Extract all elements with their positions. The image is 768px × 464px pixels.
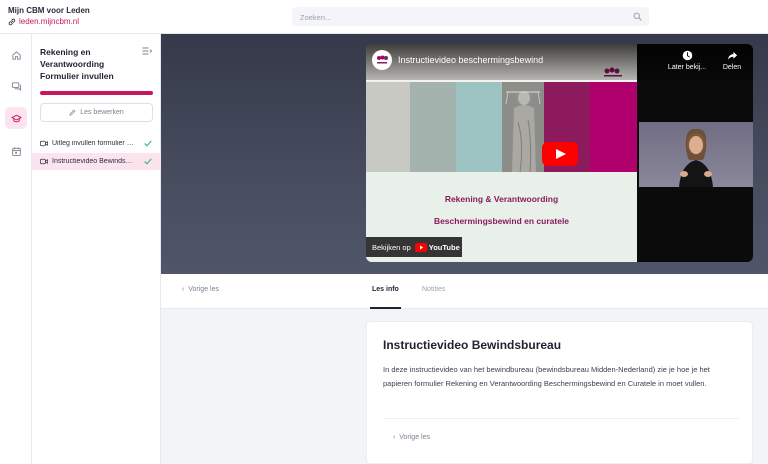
- youtube-icon: [414, 242, 427, 252]
- course-progress-bar: [40, 91, 153, 95]
- previous-lesson-label: Vorige les: [188, 286, 219, 293]
- calendar-icon: [11, 146, 21, 156]
- watch-later-button[interactable]: Later bekij...: [664, 50, 710, 71]
- lesson-description: In deze instructievideo van het bewindbu…: [383, 365, 710, 388]
- chevron-left-icon: ‹: [393, 434, 396, 441]
- tab-lesson-info[interactable]: Les info: [372, 286, 399, 293]
- course-sidebar: Rekening en Verantwoording Formulier inv…: [32, 34, 161, 464]
- search-input[interactable]: [292, 8, 649, 27]
- search-box: [292, 7, 649, 27]
- course-title: Rekening en Verantwoording Formulier inv…: [40, 47, 114, 81]
- graduation-cap-icon: [10, 114, 22, 122]
- channel-logo-icon: [377, 55, 388, 64]
- divider: [383, 418, 739, 419]
- video-embed[interactable]: Rekening & Verantwoording Beschermingsbe…: [366, 44, 753, 262]
- justitia-statue-image: [502, 82, 544, 172]
- link-icon: [8, 18, 16, 25]
- top-bar: Mijn CBM voor Leden leden.mijncbm.nl: [0, 0, 768, 34]
- sign-language-interpreter-video: [639, 122, 753, 187]
- nav-home[interactable]: [5, 44, 27, 66]
- clock-icon: [682, 50, 692, 61]
- brand-title: Mijn CBM voor Leden: [8, 6, 90, 15]
- check-icon: [144, 158, 152, 165]
- lesson-label: Uitleg invullen formulier Rekening en Ve…: [52, 140, 136, 147]
- nav-calendar[interactable]: [5, 140, 27, 162]
- edit-lesson-label: Les bewerken: [80, 109, 124, 116]
- nav-courses[interactable]: [5, 107, 27, 129]
- nav-chat[interactable]: [5, 75, 27, 97]
- home-icon: [11, 50, 21, 60]
- watch-on-label: Bekijken op: [372, 242, 411, 252]
- pencil-icon: [69, 109, 76, 116]
- brand-link[interactable]: leden.mijncbm.nl: [8, 17, 90, 26]
- brand: Mijn CBM voor Leden leden.mijncbm.nl: [8, 6, 90, 26]
- brand-link-label: leden.mijncbm.nl: [19, 17, 80, 26]
- lesson-content-area: Instructievideo Bewindsbureau In deze in…: [161, 309, 768, 464]
- youtube-wordmark: YouTube: [428, 242, 460, 252]
- channel-avatar[interactable]: [372, 50, 392, 70]
- previous-lesson-link[interactable]: ‹ Vorige les: [182, 286, 219, 293]
- nav-rail: [0, 34, 32, 464]
- lesson-item[interactable]: Uitleg invullen formulier Rekening en Ve…: [32, 135, 161, 152]
- chevron-left-icon: ‹: [182, 286, 185, 293]
- video-title[interactable]: Instructievideo beschermingsbewind: [398, 55, 543, 65]
- interpreter-image: [679, 128, 713, 187]
- chat-icon: [11, 81, 21, 91]
- share-button[interactable]: Delen: [709, 50, 753, 71]
- watch-later-label: Later bekij...: [667, 64, 707, 71]
- lesson-info-card: Instructievideo Bewindsbureau In deze in…: [366, 321, 753, 464]
- slide-subheading: Beschermingsbewind en curatele: [433, 216, 570, 226]
- lesson-item-active[interactable]: Instructievideo Bewindsbureau: [32, 153, 161, 170]
- share-label: Delen: [722, 64, 742, 71]
- lesson-title: Instructievideo Bewindsbureau: [383, 338, 562, 352]
- lesson-label: Instructievideo Bewindsbureau: [52, 158, 136, 165]
- previous-lesson-label: Vorige les: [399, 434, 430, 441]
- video-camera-icon: [40, 140, 48, 147]
- tab-notes[interactable]: Notities: [422, 286, 445, 293]
- search-icon[interactable]: [633, 12, 642, 21]
- previous-lesson-link-bottom[interactable]: ‹ Vorige les: [393, 434, 430, 441]
- play-button-icon[interactable]: [542, 142, 578, 166]
- edit-lesson-button[interactable]: Les bewerken: [40, 103, 153, 122]
- video-camera-icon: [40, 158, 48, 165]
- collapse-sidebar-icon[interactable]: [142, 47, 152, 55]
- youtube-logo: YouTube: [414, 242, 460, 252]
- check-icon: [144, 140, 152, 147]
- slide-heading: Rekening & Verantwoording: [444, 194, 559, 204]
- watch-on-youtube-button[interactable]: Bekijken op YouTube: [366, 237, 462, 257]
- player-area: Rekening & Verantwoording Beschermingsbe…: [161, 34, 768, 274]
- share-icon: [727, 51, 737, 60]
- lesson-tab-bar: ‹ Vorige les Les info Notities: [161, 274, 768, 309]
